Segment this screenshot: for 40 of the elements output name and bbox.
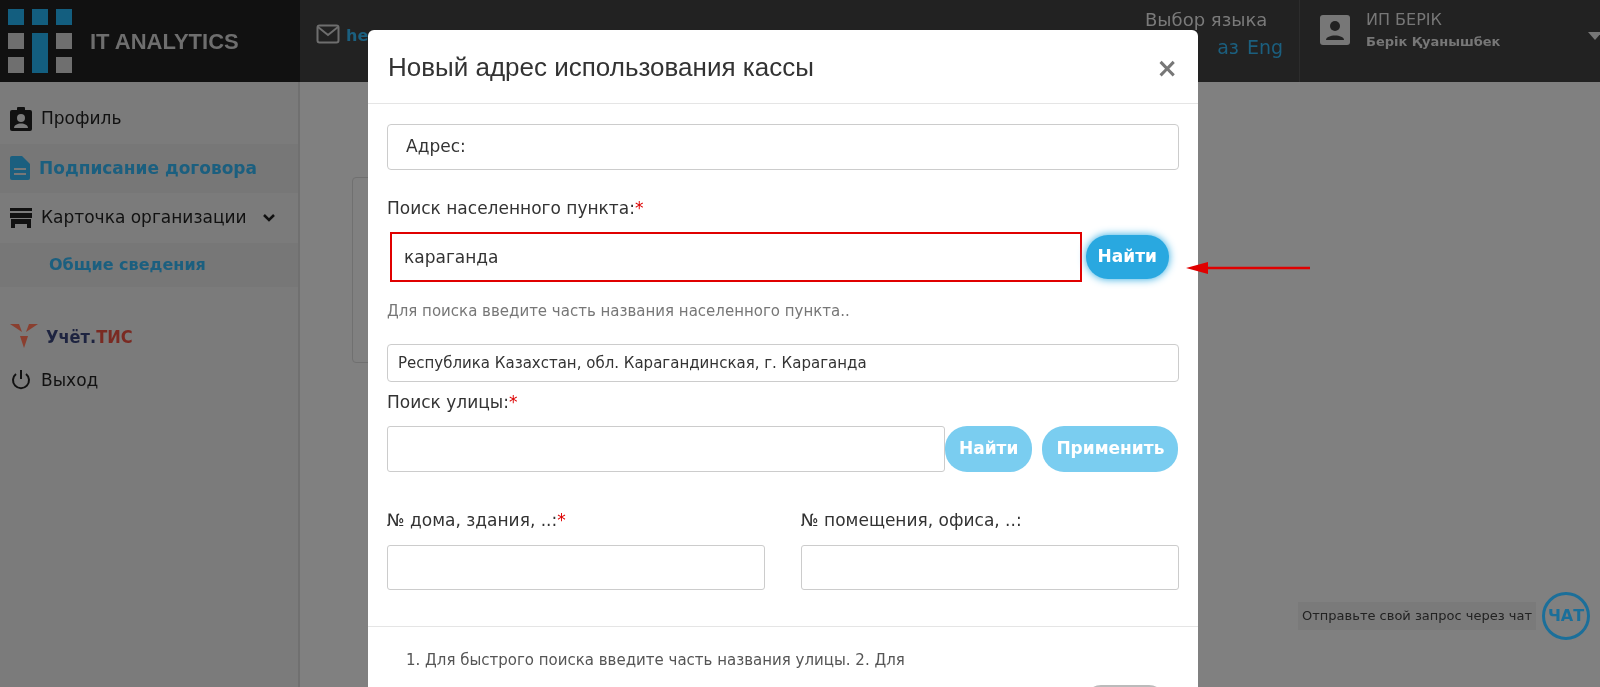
logout-item[interactable]: Выход	[0, 355, 298, 405]
close-button[interactable]: ×	[1156, 54, 1178, 81]
sidebar-item[interactable]: Профиль	[0, 94, 298, 144]
id-badge-icon	[10, 106, 32, 131]
caret-icon[interactable]	[1588, 32, 1600, 40]
sidebar-item[interactable]: Подписание договора	[0, 143, 298, 193]
chevron-icon[interactable]	[261, 212, 276, 223]
sidebar-subitem[interactable]: Общие сведения	[0, 242, 298, 287]
hint-text: Для поиска введите часть названия населенного пункта..	[387, 300, 851, 322]
store-icon	[10, 207, 32, 228]
field-label: № помещения, офиса, ..:	[801, 508, 1023, 532]
chat-button[interactable]: ЧАТ	[1542, 592, 1590, 640]
field-label: Поиск улицы:*	[387, 391, 519, 415]
user-icon	[1320, 15, 1350, 45]
result-field: Республика Казахстан, обл. Карагандинская, г. Караганда	[387, 344, 1179, 383]
partner-logo-text: Учёт.ТИС	[46, 324, 133, 349]
chat-prompt: Отправьте свой запрос через чат	[1298, 602, 1536, 630]
language-link[interactable]: аз	[1217, 33, 1239, 62]
email-link[interactable]: he	[346, 24, 369, 48]
modal-title: Новый адрес использования кассы	[388, 52, 814, 84]
input-field[interactable]: караганда	[390, 231, 1082, 282]
logo-icon	[8, 9, 72, 73]
triangle-logo-icon	[10, 324, 38, 348]
field-label: № дома, здания, ..:*	[387, 508, 567, 532]
brand-name: IT ANALYTICS	[90, 27, 239, 56]
field-label: Поиск населенного пункта:*	[387, 197, 645, 221]
power-icon	[10, 369, 32, 392]
user-name: ИП БЕРІК	[1366, 9, 1443, 32]
footer-note: 1. Для быстрого поиска введите часть названия улицы. 2. Для	[406, 650, 906, 672]
address-field: Адрес:	[387, 124, 1179, 171]
find-button[interactable]: Найти	[1085, 234, 1169, 279]
sidebar-item[interactable]: Карточка организации	[0, 193, 298, 243]
input-field[interactable]	[387, 545, 765, 591]
mail-icon	[316, 24, 340, 44]
document-icon	[10, 156, 30, 181]
language-label: Выбор языка	[1145, 8, 1269, 32]
input-field[interactable]	[387, 425, 945, 472]
user-subtitle: Берік Қуанышбек	[1366, 33, 1501, 52]
language-link[interactable]: Eng	[1246, 33, 1283, 62]
input-field[interactable]	[801, 545, 1179, 591]
